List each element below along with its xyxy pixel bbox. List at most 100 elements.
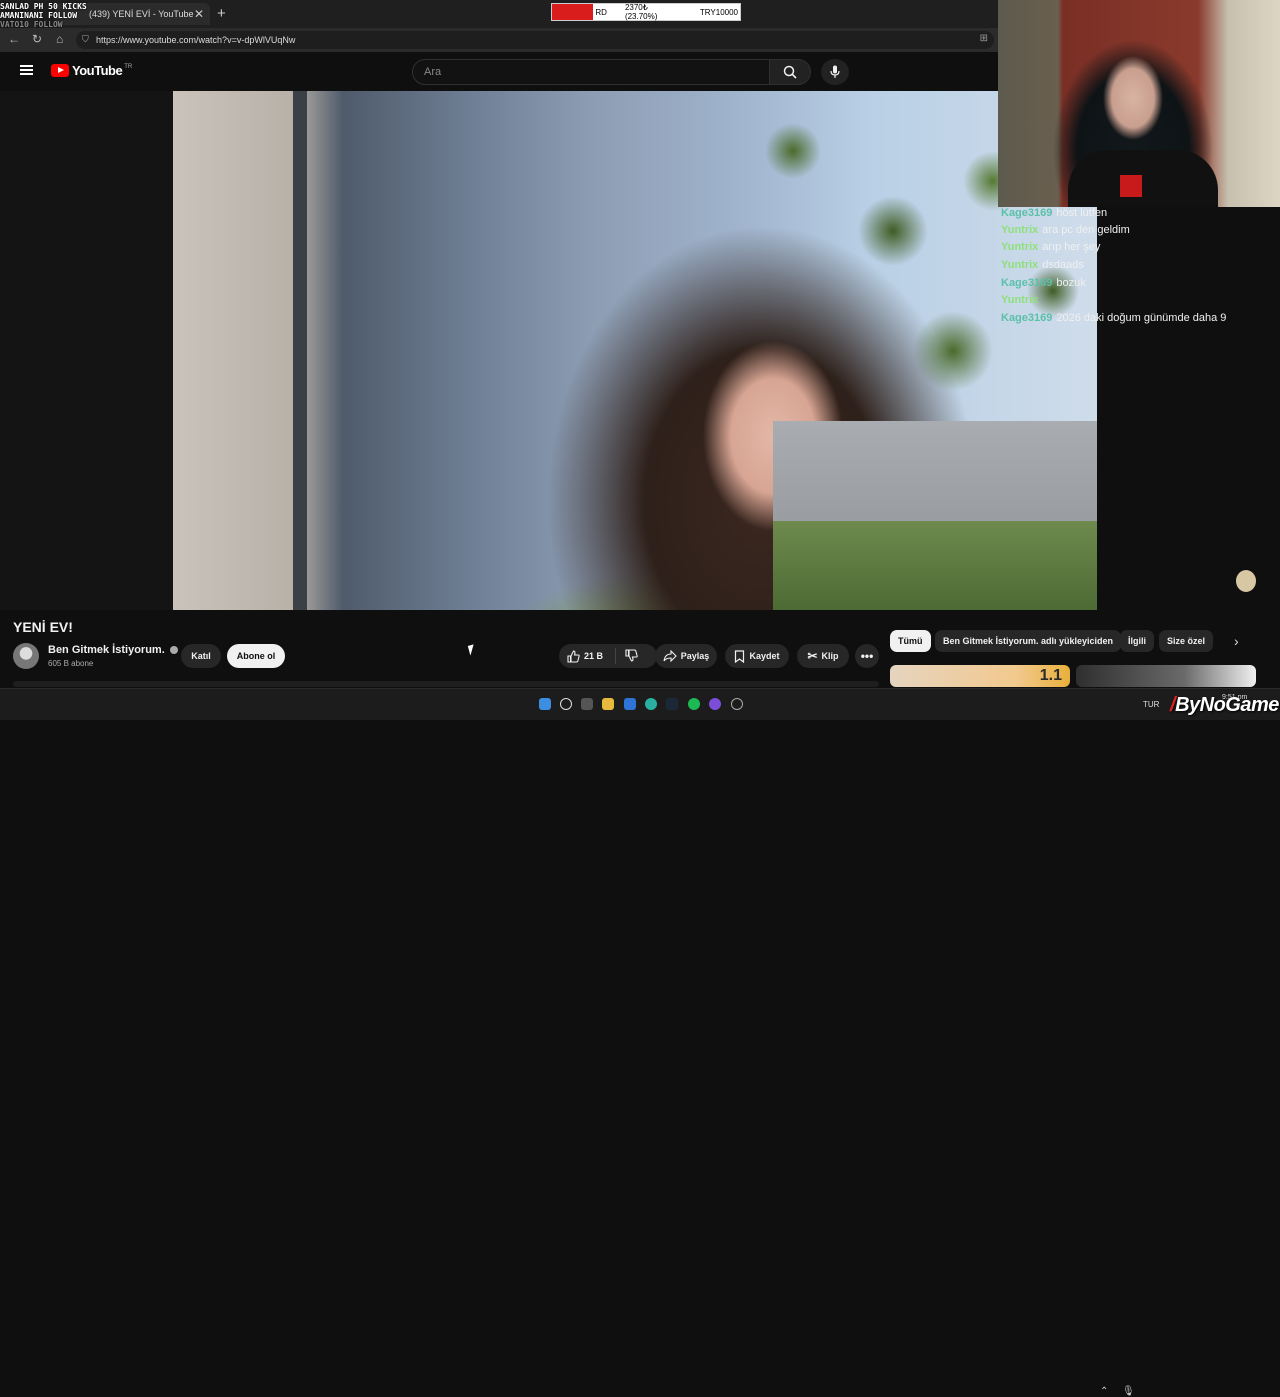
store-icon[interactable] [624, 698, 636, 710]
task-view-icon[interactable] [581, 698, 593, 710]
chat-text: arıp her şey [1042, 241, 1101, 253]
streamer-webcam [998, 0, 1280, 207]
microphone-icon [830, 65, 840, 78]
chat-username: Kage3169 [1001, 312, 1053, 324]
discord-icon[interactable] [709, 698, 721, 710]
video-player[interactable] [173, 91, 1097, 610]
channel-name-link[interactable]: Ben Gitmek İstiyorum. [48, 644, 178, 656]
webcam-shirt [1068, 150, 1218, 207]
mouse-cursor-icon [467, 644, 477, 656]
description-box[interactable] [13, 681, 879, 687]
chat-text: bozuk [1056, 277, 1086, 289]
chevron-right-icon[interactable]: › [1234, 633, 1239, 649]
chat-username: Kage3169 [1001, 277, 1053, 289]
join-button[interactable]: Katıl [181, 644, 221, 668]
region-code: TR [124, 63, 133, 70]
logo-text: YouTube [72, 63, 123, 78]
file-explorer-icon[interactable] [602, 698, 614, 710]
share-button[interactable]: Paylaş [655, 644, 717, 668]
back-icon[interactable]: ← [8, 32, 20, 46]
chat-text: ara pc den geldim [1042, 224, 1130, 236]
channel-name: Ben Gitmek İstiyorum. [48, 644, 165, 656]
reload-icon[interactable]: ↻ [32, 32, 42, 46]
edge-icon[interactable] [645, 698, 657, 710]
recommended-video-thumbnail[interactable]: 1.1 [890, 665, 1070, 687]
like-divider [615, 648, 616, 664]
chat-username: Yuntrix [1001, 241, 1039, 253]
search-icon [783, 65, 797, 79]
menu-icon[interactable] [20, 65, 33, 75]
browser-address-bar: ← ↻ ⌂ ⛉ https://www.youtube.com/watch?v=… [0, 28, 998, 52]
save-label: Kaydet [749, 651, 780, 661]
chip-related[interactable]: İlgili [1120, 630, 1154, 652]
chat-username: Yuntrix [1001, 259, 1039, 271]
site-info-icon[interactable]: ⛉ [82, 34, 89, 45]
home-icon[interactable]: ⌂ [56, 32, 63, 46]
verified-icon [169, 646, 178, 654]
chat-message: Yuntrix [1001, 294, 1042, 306]
chat-username: Yuntrix [1001, 224, 1039, 236]
bynogame-logo: /ByNoGame [1170, 694, 1279, 717]
search-input[interactable]: Ara [412, 59, 770, 85]
language-indicator[interactable]: TUR [1143, 700, 1159, 709]
clip-button[interactable]: ✂ Klip [797, 644, 849, 668]
bookmark-icon [735, 649, 745, 663]
chip-from-uploader[interactable]: Ben Gitmek İstiyorum. adlı yükleyiciden [935, 630, 1122, 652]
like-count: 21 B [584, 651, 604, 661]
chip-all[interactable]: Tümü [890, 630, 931, 652]
tray-chevron-icon[interactable]: ⌃ [1100, 1386, 1108, 1397]
webcam-shirt-logo [1120, 175, 1142, 197]
obs-icon[interactable] [731, 698, 743, 710]
clip-label: Klip [821, 651, 839, 661]
chat-message: Yuntrix ara pc den geldim [1001, 224, 1130, 236]
search-button[interactable] [769, 59, 811, 85]
donation-progress-fill [552, 4, 594, 20]
video-title: YENİ EV! [13, 619, 73, 635]
url-input[interactable]: ⛉ https://www.youtube.com/watch?v=v-dpWl… [76, 31, 994, 49]
start-icon[interactable] [539, 698, 551, 710]
thumbs-up-icon [567, 649, 580, 663]
donation-label: RD [595, 7, 607, 17]
like-button[interactable]: 21 B [559, 644, 657, 668]
chat-username: Kage3169 [1001, 207, 1053, 219]
url-text: https://www.youtube.com/watch?v=v-dpWlVU… [96, 35, 296, 45]
channel-avatar[interactable] [13, 643, 39, 669]
thumbs-down-icon[interactable] [625, 649, 638, 662]
steam-icon[interactable] [666, 698, 678, 710]
subscriber-count: 605 B abone [48, 659, 94, 668]
chat-message: Yuntrix dsdaads [1001, 259, 1084, 271]
browser-tab-bar: (439) YENİ EVİ - YouTube ✕ + [0, 0, 998, 28]
voice-search-button[interactable] [821, 59, 849, 85]
search-taskbar-icon[interactable] [560, 698, 572, 710]
microphone-tray-icon[interactable]: 🎙 [1122, 1386, 1135, 1397]
search-placeholder: Ara [424, 66, 442, 78]
stream-chat: Kage3169 höst lütfen Yuntrix ara pc den ge… [998, 207, 1280, 607]
share-label: Paylaş [680, 651, 710, 661]
save-button[interactable]: Kaydet [725, 644, 789, 668]
chat-message: Kage3169 höst lütfen [1001, 207, 1107, 219]
subscribe-button[interactable]: Abone ol [227, 644, 285, 668]
chip-for-you[interactable]: Size özel [1159, 630, 1214, 652]
chat-message: Kage3169 2026 daki doğum günümde daha 9 [1001, 312, 1226, 324]
tab-title: (439) YENİ EVİ - YouTube [89, 9, 194, 19]
more-icon: ••• [860, 649, 874, 663]
youtube-logo[interactable]: YouTube TR [51, 63, 132, 78]
windows-taskbar: ⌃ 🎙 [0, 688, 1280, 1397]
video-window-frame [293, 91, 307, 610]
thumbnail-text: 1.1 [1039, 667, 1062, 684]
stream-overlay-text: SANLAD PH 50 KICKS AMANINANI FOLLOW VATO… [0, 2, 87, 29]
close-tab-icon[interactable]: ✕ [194, 7, 204, 21]
chat-message: Yuntrix arıp her şey [1001, 241, 1100, 253]
donation-goal: TRY10000 [699, 7, 738, 17]
chat-text: dsdaads [1042, 259, 1084, 271]
chat-username: Yuntrix [1001, 294, 1039, 306]
new-tab-icon[interactable]: + [217, 5, 226, 22]
spotify-icon[interactable] [688, 698, 700, 710]
recommended-video-thumbnail[interactable] [1076, 665, 1256, 687]
chat-text: 2026 daki doğum günümde daha 9 [1056, 312, 1227, 324]
chat-message: Kage3169 bozuk [1001, 277, 1086, 289]
overlay-line-1: SANLAD PH 50 KICKS [0, 2, 87, 11]
more-actions-button[interactable]: ••• [855, 644, 879, 668]
extensions-icon[interactable]: ⊞ [980, 33, 988, 44]
chat-text: höst lütfen [1056, 207, 1108, 219]
